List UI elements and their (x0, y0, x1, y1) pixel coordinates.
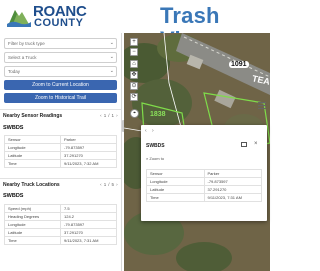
truck-name: SWBDS (3, 193, 24, 199)
table-row: Speed (mph) 7.5 (4, 204, 117, 213)
zoom-to-label: Zoom to (149, 156, 165, 161)
row-key: Longitude (4, 220, 61, 229)
dock-icon[interactable] (241, 142, 247, 147)
chevron-down-icon: ⌄ (109, 40, 114, 46)
table-row: Latitude 37.291270 (146, 185, 262, 194)
table-row: Time 9/11/2023, 7:31 AM (146, 193, 262, 202)
row-value: Parker (60, 135, 117, 144)
table-row: Sensor Parker (146, 169, 262, 178)
close-icon[interactable]: × (254, 141, 258, 147)
sensor-readings-header: Nearby Sensor Readings ‹ 1 / 1 › (0, 109, 121, 122)
row-value: 9/11/2023, 7:31 AM (60, 236, 117, 245)
truck-locations-title: Nearby Truck Locations (3, 182, 60, 188)
list-icon[interactable] (258, 102, 266, 109)
row-value: 9/11/2023, 7:31 AM (203, 193, 262, 202)
row-key: Speed (mph) (4, 204, 61, 213)
table-row: Latitude 37.291270 (4, 228, 117, 237)
zoom-historical-trail-button[interactable]: Zoom to Historical Trail (4, 93, 117, 103)
date-value: Today (8, 69, 21, 74)
table-row: Latitude 37.291270 (4, 151, 117, 160)
county-emblem-icon (7, 10, 31, 27)
table-row: Sensor Parker (4, 135, 117, 144)
row-value: 7.5 (60, 204, 117, 213)
row-key: Time (4, 236, 61, 245)
row-key: Heading Degrees (4, 212, 61, 221)
zoom-in-button[interactable]: + (130, 38, 138, 46)
truck-type-select[interactable]: Filter by truck type ⌄ (4, 38, 117, 49)
target-icon[interactable]: ⊙ (130, 82, 138, 90)
row-value: 37.291270 (203, 185, 262, 194)
popup-table: Sensor Parker Longitude -79.873597 Latitud… (146, 169, 262, 202)
row-key: Sensor (4, 135, 61, 144)
app-header: ROANC COUNTY Trash View (0, 0, 270, 52)
row-value: -79.873597 (203, 177, 262, 186)
date-select[interactable]: Today ⌄ (4, 66, 117, 77)
sensor-name: SWBDS (3, 125, 24, 131)
magnifier-icon: ⌕ (146, 156, 149, 161)
table-row: Time 9/11/2023, 7:31 AM (4, 236, 117, 245)
truck-select[interactable]: Select a Truck ⌄ (4, 52, 117, 63)
popup-title: SWBDS (146, 143, 165, 149)
chevron-down-icon: ⌄ (109, 54, 114, 60)
row-value: -79.873597 (60, 220, 117, 229)
row-key: Longitude (146, 177, 205, 186)
row-value: 37.291270 (60, 151, 117, 160)
row-key: Sensor (146, 169, 205, 178)
county-logo: ROANC COUNTY (6, 3, 87, 31)
truck-locations-table: Speed (mph) 7.5 Heading Degrees 124.2 Long… (4, 204, 117, 245)
row-value: Parker (203, 169, 262, 178)
refresh-icon[interactable]: ⟳ (130, 93, 138, 101)
feature-popup: ‹ › SWBDS × ⌕ Zoom to Sensor Parker Longi… (141, 125, 267, 221)
table-row: Heading Degrees 124.2 (4, 212, 117, 221)
truck-locations-header: Nearby Truck Locations ‹ 1 / 5 › (0, 178, 121, 191)
table-row: Longitude -79.873597 (146, 177, 262, 186)
truck-placeholder: Select a Truck (8, 55, 37, 60)
sensor-readings-title: Nearby Sensor Readings (3, 113, 63, 119)
row-value: 9/11/2023, 7:32 AM (60, 159, 117, 168)
row-value: 37.291270 (60, 228, 117, 237)
pan-icon[interactable]: ✥ (130, 71, 138, 79)
row-key: Longitude (4, 143, 61, 152)
zoom-out-button[interactable]: − (130, 48, 138, 56)
row-value: -79.873597 (60, 143, 117, 152)
row-key: Time (146, 193, 205, 202)
row-value: 124.2 (60, 212, 117, 221)
row-key: Latitude (4, 228, 61, 237)
truck-locations-pager[interactable]: ‹ 1 / 5 › (100, 179, 118, 191)
row-key: Latitude (4, 151, 61, 160)
zoom-to-link[interactable]: ⌕ Zoom to (146, 156, 164, 161)
zoom-current-location-button[interactable]: Zoom to Current Location (4, 80, 117, 90)
sensor-readings-pager[interactable]: ‹ 1 / 1 › (100, 110, 118, 122)
row-key: Latitude (146, 185, 205, 194)
popup-pager[interactable]: ‹ › (145, 128, 156, 134)
truck-type-placeholder: Filter by truck type (8, 41, 45, 46)
address-label-1838: 1838 (150, 111, 166, 118)
row-key: Time (4, 159, 61, 168)
table-row: Time 9/11/2023, 7:32 AM (4, 159, 117, 168)
locate-me-button[interactable]: ⌖ (130, 109, 139, 118)
chevron-down-icon: ⌄ (109, 68, 114, 74)
table-row: Longitude -79.873597 (4, 143, 117, 152)
sensor-readings-table: Sensor Parker Longitude -79.873597 Latitud… (4, 135, 117, 168)
left-panel: Filter by truck type ⌄ Select a Truck ⌄ … (0, 33, 122, 271)
address-label-1091: 1091 (229, 61, 249, 68)
logo-text-line2: COUNTY (34, 17, 84, 29)
table-row: Longitude -79.873597 (4, 220, 117, 229)
home-icon[interactable]: ⌂ (130, 60, 138, 68)
